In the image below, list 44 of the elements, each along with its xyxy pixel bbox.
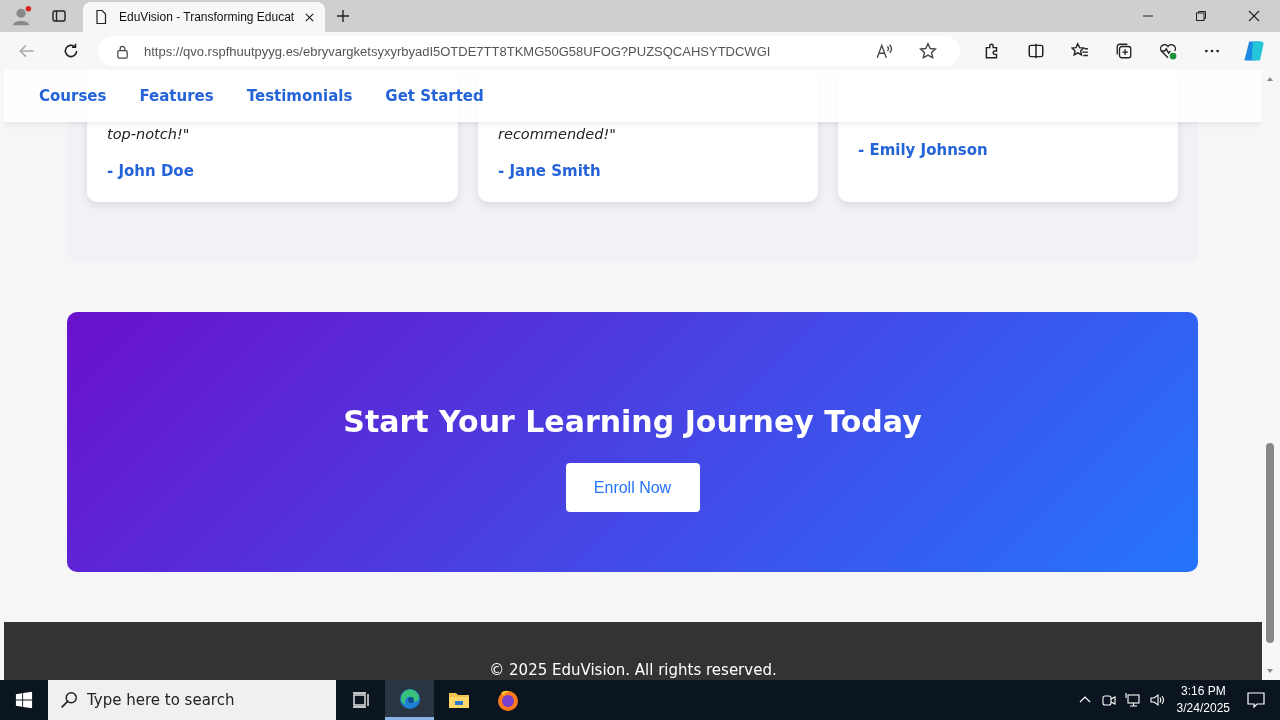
read-aloud-icon[interactable] — [875, 42, 893, 60]
clock[interactable]: 3:16 PM 3/24/2025 — [1176, 683, 1230, 717]
enroll-button[interactable]: Enroll Now — [565, 463, 700, 512]
volume-icon[interactable] — [1148, 692, 1165, 708]
nav-link[interactable]: Get Started — [385, 87, 484, 105]
close-window-icon[interactable] — [1248, 10, 1260, 22]
copilot-icon[interactable] — [1242, 39, 1266, 63]
split-screen-icon[interactable] — [1027, 42, 1045, 60]
lock-icon — [115, 43, 130, 59]
network-icon[interactable] — [1124, 692, 1141, 708]
task-view-icon[interactable] — [350, 690, 371, 710]
close-icon[interactable] — [304, 11, 316, 23]
scroll-thumb[interactable] — [1266, 443, 1274, 643]
search-icon — [60, 691, 78, 709]
nav-link[interactable]: Testimonials — [246, 87, 353, 105]
testimonial-quote: recommended!" — [498, 125, 617, 144]
taskbar-app[interactable] — [385, 680, 434, 720]
copyright-text: © 2025 EduVision. All rights reserved. — [489, 661, 777, 679]
collections-icon[interactable] — [1115, 42, 1133, 60]
clock-time: 3:16 PM — [1180, 683, 1226, 700]
address-bar[interactable]: https://qvo.rspfhuutpyyg.es/ebryvargketsyxyrbyadI5OTDE7TT8TKMG50G58UFOG?PUZSQCAHSYTDCWGI — [98, 36, 960, 66]
profile-icon[interactable] — [11, 5, 33, 27]
notification-icon[interactable] — [1246, 690, 1266, 710]
page-icon — [93, 9, 109, 25]
firefox-icon — [495, 688, 520, 712]
testimonial-author: - Emily Johnson — [858, 140, 989, 161]
clock-date: 3/24/2025 — [1176, 700, 1230, 717]
restore-icon[interactable] — [1195, 10, 1207, 22]
star-icon[interactable] — [919, 42, 937, 60]
browser-tab[interactable]: EduVision - Transforming Educat — [83, 2, 326, 32]
testimonial-quote: top-notch!" — [107, 125, 191, 144]
refresh-icon[interactable] — [62, 42, 80, 60]
new-tab-icon[interactable] — [335, 8, 352, 24]
testimonial-author: - John Doe — [107, 161, 195, 182]
nav-link[interactable]: Features — [139, 87, 214, 105]
camera-icon[interactable] — [1100, 692, 1117, 708]
health-icon[interactable] — [1159, 42, 1177, 60]
search-field[interactable]: Type here to search — [48, 680, 336, 720]
start-icon[interactable] — [15, 691, 33, 709]
browser-icon — [397, 686, 422, 711]
tab-actions-icon[interactable] — [51, 8, 67, 24]
cta-heading: Start Your Learning Journey Today — [343, 403, 922, 441]
testimonial-author: - Jane Smith — [498, 161, 602, 182]
nav-link[interactable]: Courses — [39, 87, 107, 105]
